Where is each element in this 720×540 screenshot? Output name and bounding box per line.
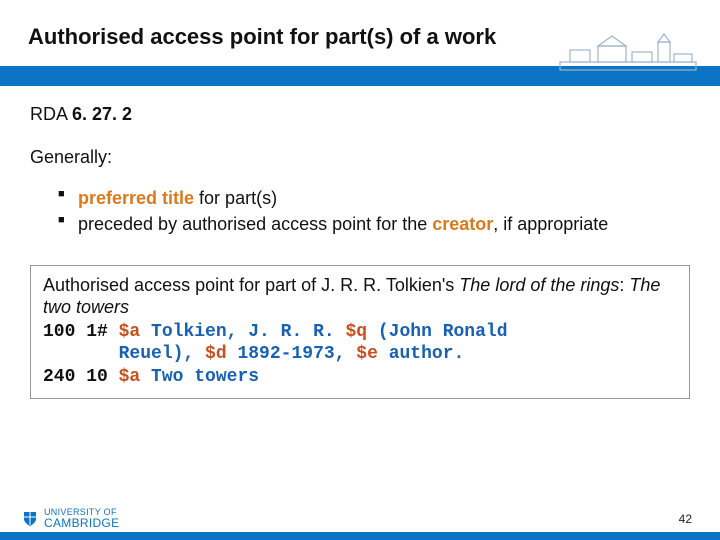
- highlight-text: preferred title: [78, 188, 194, 208]
- rda-label: RDA: [30, 104, 72, 124]
- rda-reference: RDA 6. 27. 2: [30, 104, 690, 125]
- generally-label: Generally:: [30, 147, 690, 168]
- rda-ref: 6. 27. 2: [72, 104, 132, 124]
- footer-bar: [0, 532, 720, 540]
- marc-subfield: $a: [119, 367, 141, 387]
- example-box: Authorised access point for part of J. R…: [30, 265, 690, 400]
- marc-record: 100 1# $a Tolkien, J. R. R. $q (John Ron…: [43, 321, 677, 389]
- marc-subfield: $d: [205, 344, 227, 364]
- footer: UNIVERSITY OF CAMBRIDGE 42: [0, 496, 720, 540]
- title-area: Authorised access point for part(s) of a…: [0, 0, 720, 60]
- logo-line2: CAMBRIDGE: [44, 517, 119, 530]
- example-sep: :: [619, 275, 629, 295]
- marc-tag: 240 10: [43, 367, 119, 387]
- page-title: Authorised access point for part(s) of a…: [28, 24, 588, 50]
- marc-tag: 100 1#: [43, 322, 119, 342]
- marc-indent: [43, 344, 119, 364]
- highlight-text: creator: [432, 214, 493, 234]
- university-logo: UNIVERSITY OF CAMBRIDGE: [22, 508, 119, 530]
- bullet-item: preceded by authorised access point for …: [58, 212, 690, 236]
- example-description: Authorised access point for part of J. R…: [43, 274, 677, 319]
- marc-text: Reuel),: [119, 344, 205, 364]
- shield-icon: [22, 511, 38, 527]
- bullet-text: for part(s): [194, 188, 277, 208]
- marc-text: 1892-1973,: [227, 344, 357, 364]
- marc-subfield: $e: [356, 344, 378, 364]
- logo-text: UNIVERSITY OF CAMBRIDGE: [44, 508, 119, 530]
- content-area: RDA 6. 27. 2 Generally: preferred title …: [0, 86, 720, 399]
- example-title: The lord of the rings: [459, 275, 619, 295]
- university-watermark-icon: [558, 30, 698, 80]
- example-prefix: Authorised access point for part of J. R…: [43, 275, 459, 295]
- page-number: 42: [679, 512, 692, 526]
- marc-text: (John Ronald: [367, 322, 507, 342]
- marc-text: Tolkien, J. R. R.: [140, 322, 345, 342]
- marc-text: author.: [378, 344, 464, 364]
- bullet-text: , if appropriate: [493, 214, 608, 234]
- bullet-item: preferred title for part(s): [58, 186, 690, 210]
- marc-subfield: $a: [119, 322, 141, 342]
- marc-text: Two towers: [140, 367, 259, 387]
- marc-subfield: $q: [345, 322, 367, 342]
- bullet-list: preferred title for part(s) preceded by …: [30, 186, 690, 237]
- bullet-text: preceded by authorised access point for …: [78, 214, 432, 234]
